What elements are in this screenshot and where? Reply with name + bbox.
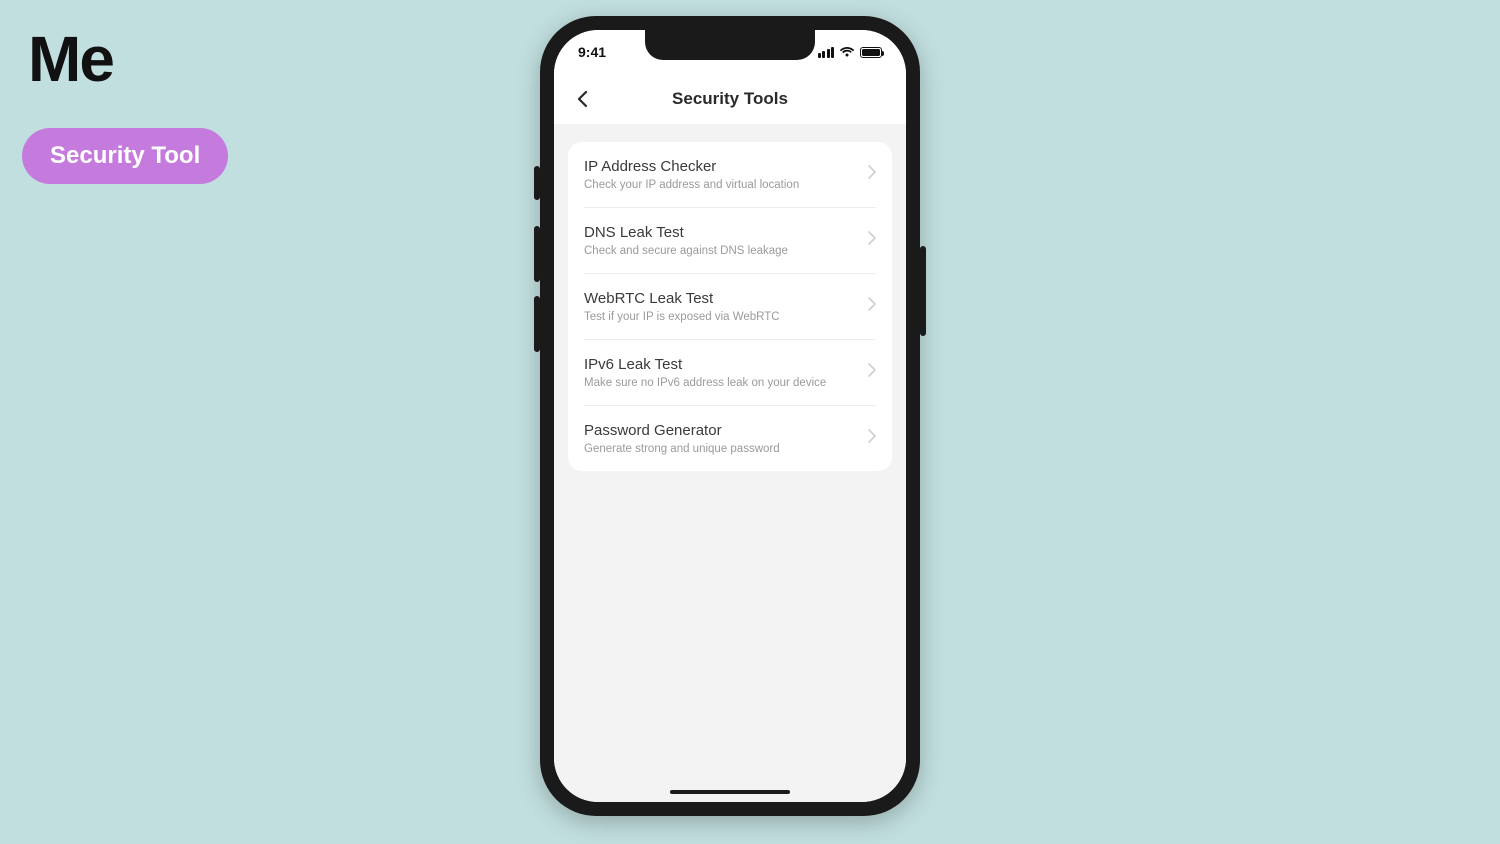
annotation-security-tool-pill: Security Tool: [22, 128, 228, 184]
security-tools-card: IP Address Checker Check your IP address…: [568, 142, 892, 471]
tool-title: DNS Leak Test: [584, 224, 860, 241]
tool-title: IPv6 Leak Test: [584, 356, 860, 373]
phone-side-button: [534, 226, 540, 282]
battery-icon: [860, 47, 882, 58]
phone-frame: 9:41 Security Tools: [540, 16, 920, 816]
chevron-right-icon: [868, 429, 876, 448]
tool-subtitle: Generate strong and unique password: [584, 443, 860, 455]
tool-row-ipv6-leak-test[interactable]: IPv6 Leak Test Make sure no IPv6 address…: [584, 340, 876, 406]
chevron-right-icon: [868, 297, 876, 316]
tool-title: IP Address Checker: [584, 158, 860, 175]
wifi-icon: [839, 46, 855, 58]
tool-subtitle: Check and secure against DNS leakage: [584, 245, 860, 257]
page-title: Security Tools: [672, 89, 788, 109]
tool-subtitle: Make sure no IPv6 address leak on your d…: [584, 377, 860, 389]
nav-header: Security Tools: [554, 74, 906, 124]
tool-row-dns-leak-test[interactable]: DNS Leak Test Check and secure against D…: [584, 208, 876, 274]
home-indicator: [670, 790, 790, 794]
tool-row-password-generator[interactable]: Password Generator Generate strong and u…: [584, 406, 876, 471]
phone-screen: 9:41 Security Tools: [554, 30, 906, 802]
chevron-left-icon: [576, 90, 588, 108]
cellular-signal-icon: [818, 47, 835, 58]
phone-side-button: [534, 296, 540, 352]
chevron-right-icon: [868, 165, 876, 184]
status-time: 9:41: [578, 44, 606, 60]
phone-notch: [645, 30, 815, 60]
phone-side-button: [534, 166, 540, 200]
chevron-right-icon: [868, 363, 876, 382]
chevron-right-icon: [868, 231, 876, 250]
annotation-me-label: Me: [28, 22, 113, 96]
back-button[interactable]: [570, 87, 594, 111]
tool-subtitle: Check your IP address and virtual locati…: [584, 179, 860, 191]
tool-title: WebRTC Leak Test: [584, 290, 860, 307]
tool-subtitle: Test if your IP is exposed via WebRTC: [584, 311, 860, 323]
content-area: IP Address Checker Check your IP address…: [554, 124, 906, 802]
tool-title: Password Generator: [584, 422, 860, 439]
tool-row-webrtc-leak-test[interactable]: WebRTC Leak Test Test if your IP is expo…: [584, 274, 876, 340]
tool-row-ip-address-checker[interactable]: IP Address Checker Check your IP address…: [584, 142, 876, 208]
status-icons: [818, 46, 883, 58]
phone-side-button: [920, 246, 926, 336]
